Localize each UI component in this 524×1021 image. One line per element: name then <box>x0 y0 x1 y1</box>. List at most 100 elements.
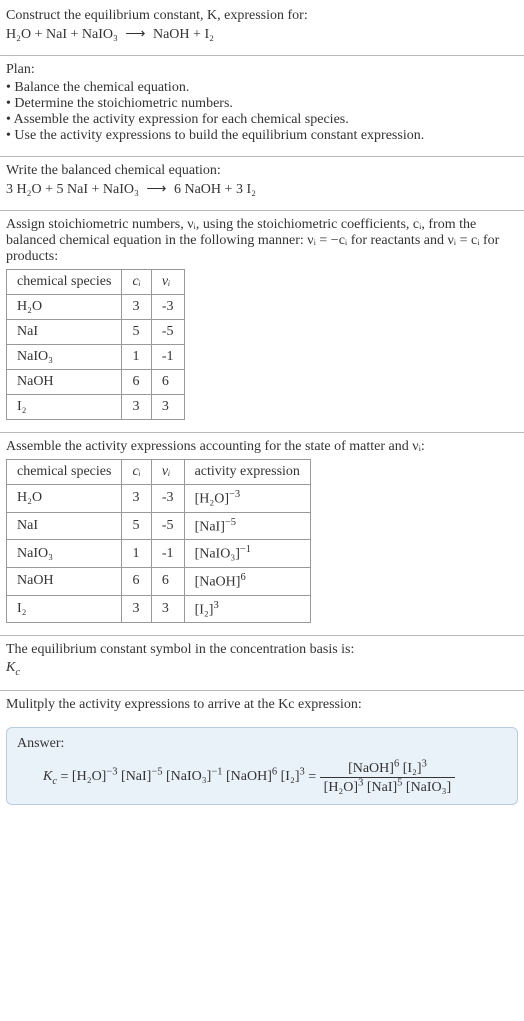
ksymbol: Kc <box>6 660 518 678</box>
cell-c: 1 <box>122 345 151 370</box>
cell-v: -1 <box>151 540 184 568</box>
stoich-section: Assign stoichiometric numbers, νᵢ, using… <box>0 213 524 430</box>
cell-c: 6 <box>122 370 151 395</box>
k-sub: c <box>15 667 20 678</box>
balanced-section: Write the balanced chemical equation: 3 … <box>0 159 524 208</box>
cell-species: NaI <box>7 320 122 345</box>
table-row: H₂O 3 -3 [H₂O]−3 <box>7 485 311 513</box>
product-term: [NaOH]6 <box>226 769 277 784</box>
cell-expr: [NaI]−5 <box>184 512 310 540</box>
species: H₂O <box>6 27 31 42</box>
cell-c: 5 <box>122 512 151 540</box>
kc-symbol: Kc <box>43 769 57 784</box>
balanced-equation: 3 H₂O + 5 NaI + NaIO₃ ⟶ 6 NaOH + 3 I₂ <box>6 181 518 198</box>
table-row: NaI 5 -5 <box>7 320 185 345</box>
equals: = <box>61 769 72 784</box>
den-term: [H₂O]3 <box>324 780 364 795</box>
cell-species: NaOH <box>7 370 122 395</box>
col-ci: cᵢ <box>122 460 151 485</box>
product-term: [NaI]−5 <box>121 769 162 784</box>
cell-c: 3 <box>122 595 151 623</box>
multiply-section: Mulitply the activity expressions to arr… <box>0 693 524 723</box>
species: H₂O <box>17 182 42 197</box>
expr-base: [NaI] <box>195 519 225 534</box>
expr-base: [NaIO₃] <box>195 547 240 562</box>
product-term: [I₂]3 <box>281 769 305 784</box>
plus: + <box>92 182 103 197</box>
species: NaIO₃ <box>82 27 118 42</box>
species: NaI <box>67 182 88 197</box>
expr-exp: 6 <box>240 572 245 583</box>
cell-species: NaIO₃ <box>7 540 122 568</box>
table-row: NaI 5 -5 [NaI]−5 <box>7 512 311 540</box>
cell-v: -1 <box>151 345 184 370</box>
cell-v: 6 <box>151 370 184 395</box>
species: NaOH <box>153 27 190 42</box>
answer-box: Answer: Kc = [H₂O]−3 [NaI]−5 [NaIO₃]−1 [… <box>6 727 518 805</box>
cell-v: 3 <box>151 595 184 623</box>
coef: 3 <box>6 182 13 197</box>
divider <box>0 210 524 211</box>
cell-species: NaOH <box>7 567 122 595</box>
col-species: chemical species <box>7 270 122 295</box>
coef: 6 <box>174 182 181 197</box>
table-row: I₂ 3 3 <box>7 395 185 420</box>
coef: 5 <box>57 182 64 197</box>
col-vi: νᵢ <box>151 460 184 485</box>
expr-base: [NaOH] <box>195 575 241 590</box>
cell-species: H₂O <box>7 295 122 320</box>
species: I₂ <box>204 27 214 42</box>
cell-c: 5 <box>122 320 151 345</box>
stoich-table: chemical species cᵢ νᵢ H₂O 3 -3 NaI 5 -5… <box>6 269 185 420</box>
col-activity: activity expression <box>184 460 310 485</box>
den-term: [NaIO₃] <box>406 780 451 795</box>
answer-equation: Kc = [H₂O]−3 [NaI]−5 [NaIO₃]−1 [NaOH]6 [… <box>17 758 507 796</box>
plan-item: Assemble the activity expression for eac… <box>6 112 518 128</box>
coef: 3 <box>236 182 243 197</box>
product-term: [NaIO₃]−1 <box>166 769 222 784</box>
cell-expr: [I₂]3 <box>184 595 310 623</box>
plan-heading: Plan: <box>6 62 518 78</box>
ksymbol-section: The equilibrium constant symbol in the c… <box>0 638 524 688</box>
cell-species: NaIO₃ <box>7 345 122 370</box>
table-header-row: chemical species cᵢ νᵢ <box>7 270 185 295</box>
divider <box>0 432 524 433</box>
expr-exp: −1 <box>240 544 251 555</box>
balanced-intro: Write the balanced chemical equation: <box>6 163 518 179</box>
den-term: [NaI]5 <box>367 780 403 795</box>
expr-base: [H₂O] <box>195 492 229 507</box>
kc-fraction: [NaOH]6 [I₂]3 [H₂O]3 [NaI]5 [NaIO₃] <box>320 758 456 796</box>
col-species: chemical species <box>7 460 122 485</box>
table-row: I₂ 3 3 [I₂]3 <box>7 595 311 623</box>
expr-exp: −5 <box>225 517 236 528</box>
divider <box>0 635 524 636</box>
plus: + <box>45 182 56 197</box>
plan-item: Balance the chemical equation. <box>6 80 518 96</box>
page: Construct the equilibrium constant, K, e… <box>0 0 524 817</box>
cell-c: 1 <box>122 540 151 568</box>
expr-exp: −3 <box>229 489 240 500</box>
cell-species: I₂ <box>7 395 122 420</box>
plus: + <box>35 27 46 42</box>
stoich-intro: Assign stoichiometric numbers, νᵢ, using… <box>6 217 518 265</box>
cell-v: -3 <box>151 485 184 513</box>
ksymbol-intro: The equilibrium constant symbol in the c… <box>6 642 518 658</box>
activities-table: chemical species cᵢ νᵢ activity expressi… <box>6 459 311 623</box>
prompt-equation: H₂O + NaI + NaIO₃ ⟶ NaOH + I₂ <box>6 26 518 43</box>
multiply-intro: Mulitply the activity expressions to arr… <box>6 697 518 713</box>
table-row: NaIO₃ 1 -1 <box>7 345 185 370</box>
table-row: NaOH 6 6 <box>7 370 185 395</box>
num-term: [I₂]3 <box>403 761 427 776</box>
num-term: [NaOH]6 <box>348 761 399 776</box>
table-row: H₂O 3 -3 <box>7 295 185 320</box>
species: I₂ <box>246 182 256 197</box>
reaction-arrow-icon: ⟶ <box>121 26 149 43</box>
plus: + <box>225 182 236 197</box>
plan-section: Plan: Balance the chemical equation. Det… <box>0 58 524 154</box>
divider <box>0 690 524 691</box>
plan-item: Determine the stoichiometric numbers. <box>6 96 518 112</box>
cell-expr: [NaIO₃]−1 <box>184 540 310 568</box>
cell-v: -5 <box>151 512 184 540</box>
cell-species: NaI <box>7 512 122 540</box>
cell-species: I₂ <box>7 595 122 623</box>
